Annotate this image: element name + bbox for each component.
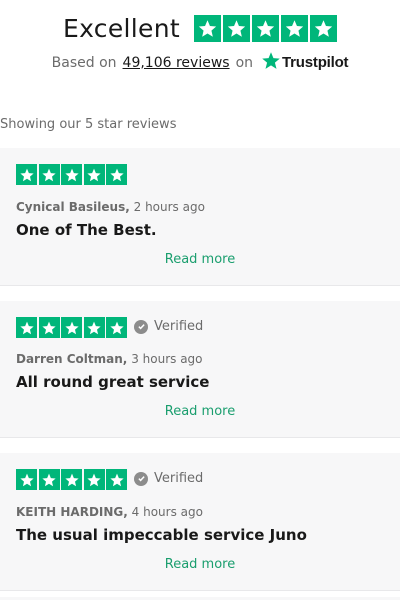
review-title: All round great service — [16, 373, 210, 391]
star-icon — [193, 15, 221, 42]
verified-check-icon — [134, 471, 148, 486]
star-icon — [38, 469, 60, 490]
review-card[interactable]: Cynical Basileus, 2 hours ago One of The… — [0, 148, 400, 286]
review-title: The usual impeccable service Juno — [16, 526, 307, 544]
star-icon — [16, 469, 37, 490]
star-icon — [83, 317, 105, 338]
star-icon — [38, 317, 60, 338]
star-icon — [61, 317, 82, 338]
review-time: 4 hours ago — [131, 505, 203, 519]
based-on-label: Based on — [51, 54, 117, 71]
star-icon — [309, 15, 337, 42]
verified-badge: Verified — [134, 471, 203, 486]
star-icon — [106, 469, 127, 490]
read-more-link[interactable]: Read more — [0, 404, 400, 419]
review-title: One of The Best. — [16, 221, 157, 239]
review-stars — [16, 469, 127, 490]
star-icon — [106, 164, 127, 185]
trustpilot-wordmark: Trustpilot — [282, 54, 349, 71]
rating-word: Excellent — [63, 14, 180, 43]
star-icon — [280, 15, 308, 42]
star-icon — [251, 15, 279, 42]
star-icon — [83, 469, 105, 490]
trustpilot-star-icon — [262, 52, 280, 69]
review-author-row: Darren Coltman, 3 hours ago — [16, 352, 203, 366]
review-stars — [16, 164, 127, 185]
star-icon — [16, 164, 37, 185]
on-label: on — [235, 54, 254, 71]
verified-label: Verified — [154, 319, 204, 334]
verified-badge: Verified — [134, 319, 203, 334]
star-icon — [106, 317, 127, 338]
review-card[interactable]: Verified Darren Coltman, 3 hours ago All… — [0, 301, 400, 438]
review-author: Darren Coltman, — [16, 352, 128, 366]
verified-label: Verified — [154, 471, 204, 486]
review-author-row: KEITH HARDING, 4 hours ago — [16, 505, 203, 519]
trustpilot-logo[interactable]: Trustpilot — [261, 52, 349, 71]
review-stars — [16, 317, 127, 338]
review-time: 2 hours ago — [133, 200, 205, 214]
summary-stars — [193, 15, 337, 42]
read-more-link[interactable]: Read more — [0, 557, 400, 572]
review-author: KEITH HARDING, — [16, 505, 128, 519]
review-author: Cynical Basileus, — [16, 200, 130, 214]
review-time: 3 hours ago — [131, 352, 203, 366]
star-icon — [222, 15, 250, 42]
review-author-row: Cynical Basileus, 2 hours ago — [16, 200, 205, 214]
based-on-row: Based on 49,106 reviews on Trustpilot — [0, 52, 400, 71]
review-card[interactable]: Verified KEITH HARDING, 4 hours ago The … — [0, 453, 400, 591]
review-count-link[interactable]: 49,106 reviews — [123, 55, 230, 71]
rating-summary: Excellent Based on 49,106 reviews on Tru… — [0, 0, 400, 92]
star-icon — [83, 164, 105, 185]
filter-caption: Showing our 5 star reviews — [0, 117, 177, 132]
rating-row: Excellent — [0, 14, 400, 43]
star-icon — [16, 317, 37, 338]
read-more-link[interactable]: Read more — [0, 252, 400, 267]
verified-check-icon — [134, 319, 148, 334]
star-icon — [38, 164, 60, 185]
star-icon — [61, 469, 82, 490]
star-icon — [61, 164, 82, 185]
